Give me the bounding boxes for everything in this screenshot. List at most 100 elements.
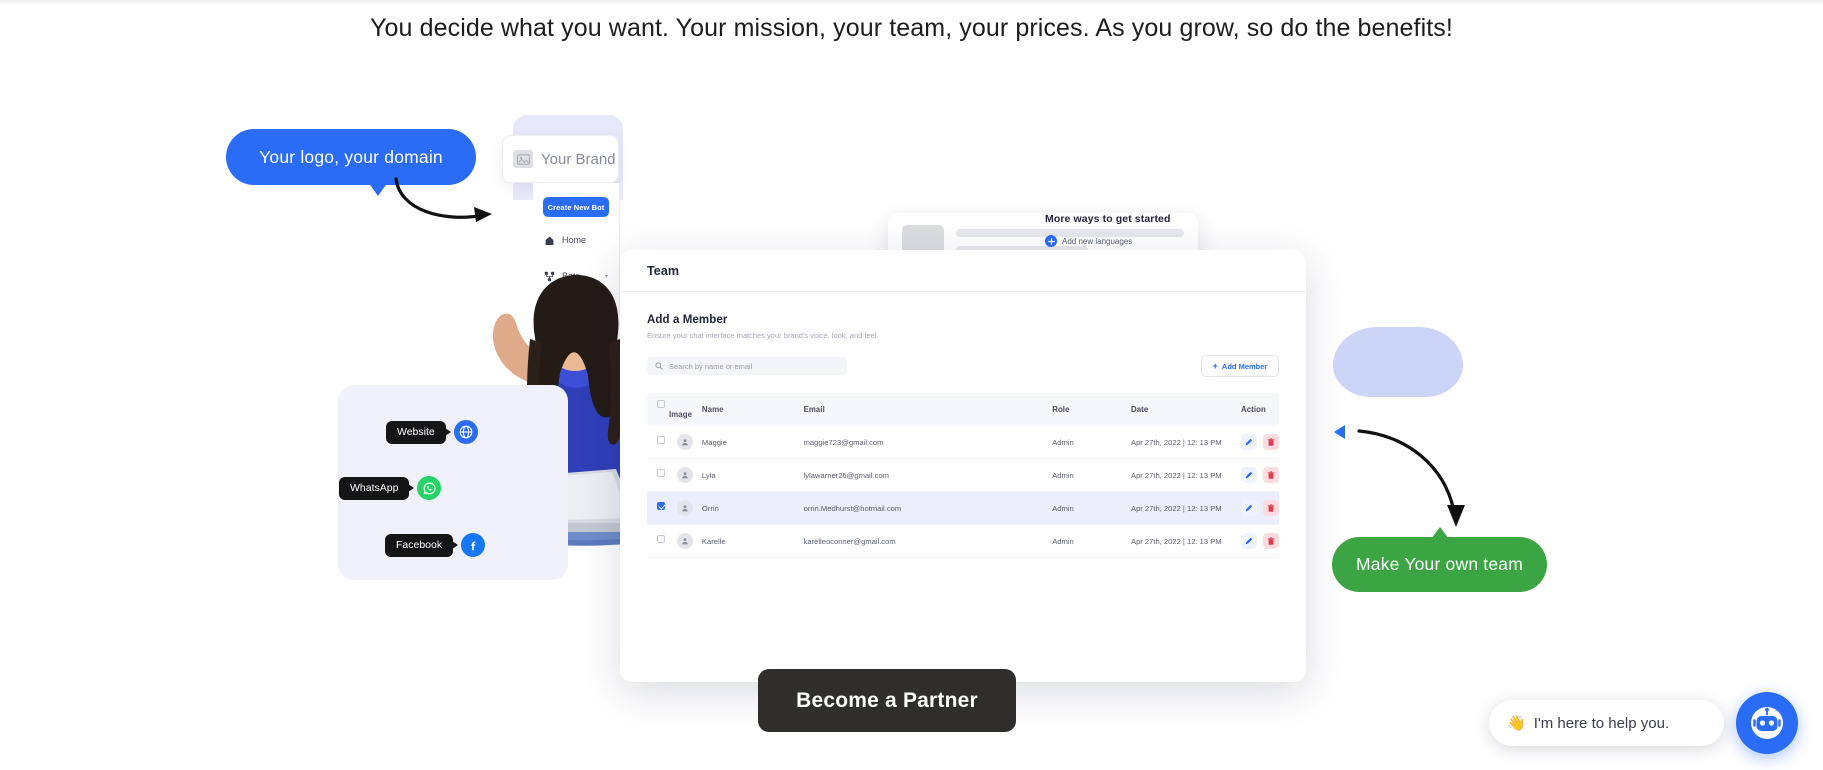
row-role: Admin bbox=[1052, 458, 1131, 492]
trash-icon[interactable] bbox=[1263, 467, 1279, 483]
page-headline: You decide what you want. Your mission, … bbox=[370, 14, 1453, 42]
table-header-image-label: Image bbox=[669, 410, 693, 419]
row-name: Karelle bbox=[701, 524, 804, 558]
arrow-to-brand-icon bbox=[394, 177, 492, 222]
bubble-tail bbox=[1431, 527, 1449, 539]
brand-card: Your Brand bbox=[502, 135, 619, 183]
channel-website-label: Website bbox=[386, 420, 446, 444]
callout-make-team: Make Your own team bbox=[1332, 527, 1547, 592]
table-header-date: Date bbox=[1131, 393, 1241, 426]
channel-whatsapp-label: WhatsApp bbox=[339, 476, 410, 500]
row-role: Admin bbox=[1052, 524, 1131, 558]
search-input[interactable]: Search by name or email bbox=[647, 357, 847, 375]
add-language-icon bbox=[1045, 235, 1057, 247]
row-select-cell[interactable] bbox=[647, 426, 702, 459]
row-date: Apr 27th, 2022 | 12: 13 PM bbox=[1131, 458, 1241, 492]
decorative-blob bbox=[1333, 327, 1463, 397]
more-ways-column: More ways to get started Add new languag… bbox=[1045, 213, 1195, 247]
table-header-action: Action bbox=[1241, 393, 1279, 426]
hero-illustration: More ways to get started Add new languag… bbox=[0, 95, 1823, 682]
chat-greeting-text: I'm here to help you. bbox=[1533, 714, 1670, 732]
search-icon bbox=[655, 362, 663, 370]
row-checkbox[interactable] bbox=[657, 502, 665, 510]
row-date: Apr 27th, 2022 | 12: 13 PM bbox=[1131, 524, 1241, 558]
trash-icon[interactable] bbox=[1263, 533, 1279, 549]
edit-pencil-icon[interactable] bbox=[1241, 434, 1257, 450]
whatsapp-icon bbox=[417, 476, 442, 500]
row-email: orrin.Medhurst@hotmail.com bbox=[803, 491, 1053, 525]
select-all-checkbox[interactable] bbox=[657, 400, 665, 408]
row-email: maggie723@gmail.com bbox=[803, 426, 1053, 459]
globe-icon bbox=[453, 420, 478, 444]
callout-logo-domain-label: Your logo, your domain bbox=[259, 146, 443, 167]
edit-pencil-icon[interactable] bbox=[1241, 467, 1257, 483]
table-row[interactable]: Maggie maggie723@gmail.com Admin Apr 27t… bbox=[647, 426, 1279, 459]
add-language-label: Add new languages bbox=[1062, 236, 1133, 246]
page-root: You decide what you want. Your mission, … bbox=[0, 0, 1823, 770]
avatar bbox=[677, 533, 694, 549]
table-body: Maggie maggie723@gmail.com Admin Apr 27t… bbox=[647, 426, 1279, 558]
row-checkbox[interactable] bbox=[657, 535, 665, 543]
image-placeholder-icon bbox=[513, 150, 533, 168]
chat-bot-icon bbox=[1751, 707, 1783, 739]
table-row[interactable]: Karelle karelleoconner@gmail.com Admin A… bbox=[647, 524, 1279, 558]
search-placeholder-text: Search by name or email bbox=[669, 361, 753, 371]
plus-icon: + bbox=[1212, 360, 1218, 371]
row-role: Admin bbox=[1052, 426, 1131, 459]
callout-make-team-label: Make Your own team bbox=[1355, 554, 1524, 574]
channel-whatsapp[interactable]: WhatsApp bbox=[339, 476, 442, 500]
table-row[interactable]: Orrin orrin.Medhurst@hotmail.com Admin A… bbox=[647, 491, 1279, 525]
channel-website[interactable]: Website bbox=[386, 420, 478, 444]
add-language-row[interactable]: Add new languages bbox=[1045, 235, 1195, 247]
page-title: Team bbox=[647, 263, 680, 278]
row-email: lylawarner26@gmail.com bbox=[803, 458, 1053, 492]
avatar bbox=[677, 434, 694, 450]
section-title: Add a Member bbox=[647, 314, 728, 326]
row-name: Orrin bbox=[701, 491, 804, 525]
row-actions bbox=[1241, 524, 1279, 558]
become-a-partner-button[interactable]: Become a Partner bbox=[758, 669, 1016, 732]
bubble-tail bbox=[368, 182, 388, 196]
table-row[interactable]: Lyla lylawarner26@gmail.com Admin Apr 27… bbox=[647, 458, 1279, 492]
table-header-role: Role bbox=[1052, 393, 1131, 426]
page-top-edge bbox=[0, 0, 1823, 5]
row-checkbox[interactable] bbox=[657, 436, 665, 444]
row-actions bbox=[1241, 458, 1279, 492]
table-header-row: Image Name Email Role Date Action bbox=[647, 393, 1279, 426]
chat-greeting-bubble[interactable]: 👋 I'm here to help you. bbox=[1489, 700, 1724, 746]
table-header-name: Name bbox=[701, 393, 804, 426]
edit-pencil-icon[interactable] bbox=[1241, 500, 1257, 516]
row-email: karelleoconner@gmail.com bbox=[803, 524, 1053, 558]
add-member-button[interactable]: + Add Member bbox=[1201, 355, 1279, 377]
create-new-bot-button[interactable]: Create New Bot bbox=[543, 197, 609, 217]
trash-icon[interactable] bbox=[1263, 500, 1279, 516]
channel-facebook[interactable]: Facebook bbox=[385, 533, 486, 557]
chat-launcher-button[interactable] bbox=[1736, 692, 1798, 754]
row-actions bbox=[1241, 426, 1279, 459]
team-dashboard-card: Team Add a Member Ensure your chat inter… bbox=[620, 250, 1306, 682]
table-header: Image Name Email Role Date Action bbox=[647, 393, 1279, 426]
channel-facebook-label: Facebook bbox=[385, 533, 454, 557]
avatar bbox=[677, 500, 694, 516]
row-select-cell[interactable] bbox=[647, 524, 702, 558]
facebook-icon bbox=[461, 533, 486, 557]
row-name: Lyla bbox=[701, 458, 804, 492]
edit-pencil-icon[interactable] bbox=[1241, 533, 1257, 549]
add-member-button-label: Add Member bbox=[1221, 361, 1268, 371]
trash-icon[interactable] bbox=[1263, 434, 1279, 450]
team-dashboard-body: Add a Member Ensure your chat interface … bbox=[620, 292, 1306, 558]
arrow-to-team-icon bbox=[1357, 429, 1465, 527]
row-checkbox[interactable] bbox=[657, 469, 665, 477]
search-row: Search by name or email + Add Member bbox=[647, 355, 1279, 377]
waving-hand-icon: 👋 bbox=[1507, 715, 1526, 732]
section-subtitle: Ensure your chat interface matches your … bbox=[647, 331, 879, 340]
row-actions bbox=[1241, 491, 1279, 525]
table-header-email: Email bbox=[803, 393, 1053, 426]
avatar bbox=[677, 467, 694, 483]
team-members-table: Image Name Email Role Date Action Maggie… bbox=[647, 393, 1279, 558]
more-ways-title: More ways to get started bbox=[1045, 213, 1171, 225]
row-select-cell[interactable] bbox=[647, 491, 702, 525]
team-dashboard-header: Team bbox=[620, 250, 1306, 292]
blue-caret-icon bbox=[1334, 425, 1345, 439]
row-select-cell[interactable] bbox=[647, 458, 702, 492]
